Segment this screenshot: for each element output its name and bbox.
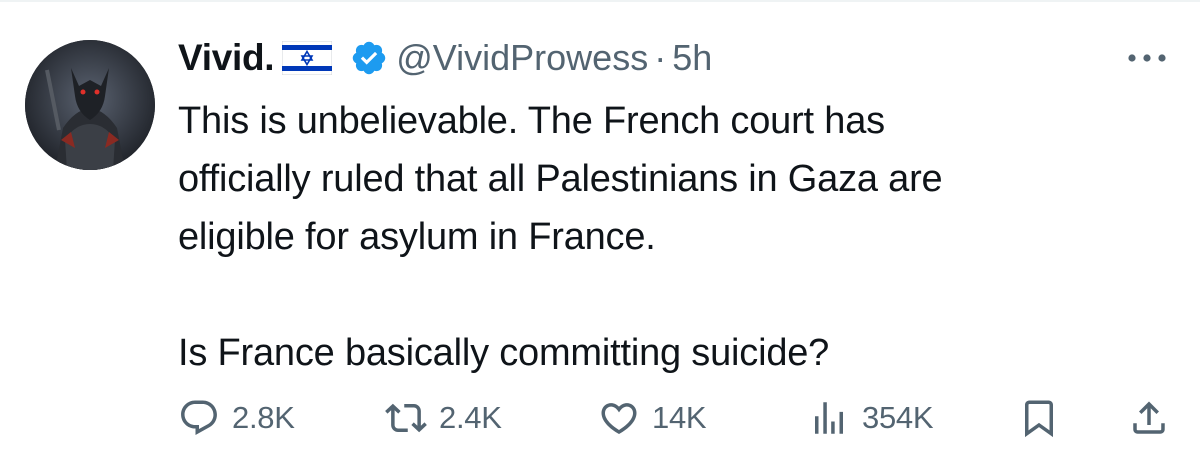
retweet-button[interactable]: 2.4K bbox=[385, 392, 502, 444]
reply-icon bbox=[181, 400, 217, 435]
like-count: 14K bbox=[652, 400, 707, 435]
verified-badge-icon[interactable] bbox=[350, 39, 388, 77]
retweet-icon bbox=[385, 403, 427, 433]
views-icon bbox=[815, 402, 843, 434]
display-name[interactable]: Vivid. bbox=[178, 37, 275, 79]
reply-button[interactable]: 2.8K bbox=[178, 392, 295, 444]
share-button[interactable] bbox=[1128, 392, 1182, 444]
action-bar: 2.8K 2.4K 14K 354K bbox=[178, 392, 1178, 444]
avatar[interactable] bbox=[25, 40, 155, 170]
top-divider bbox=[0, 0, 1200, 2]
tweet-text: This is unbelievable. The French court h… bbox=[178, 92, 1168, 382]
user-handle[interactable]: @VividProwess bbox=[396, 37, 648, 79]
flag-icon bbox=[281, 40, 333, 76]
tweet-text-line: officially ruled that all Palestinians i… bbox=[178, 158, 943, 200]
timestamp[interactable]: 5h bbox=[672, 37, 712, 79]
tweet-header: Vivid. @VividProwess · 5h bbox=[178, 32, 712, 84]
more-icon[interactable] bbox=[1123, 44, 1171, 72]
reply-count: 2.8K bbox=[232, 400, 295, 435]
like-icon bbox=[601, 403, 637, 435]
bookmark-button[interactable] bbox=[1018, 392, 1072, 444]
tweet-text-line: This is unbelievable. The French court h… bbox=[178, 100, 885, 142]
views-button[interactable]: 354K bbox=[808, 392, 934, 444]
views-count: 354K bbox=[862, 400, 934, 435]
like-button[interactable]: 14K bbox=[598, 392, 707, 444]
avatar-image bbox=[25, 40, 155, 170]
tweet-text-line: Is France basically committing suicide? bbox=[178, 332, 830, 374]
retweet-count: 2.4K bbox=[439, 400, 502, 435]
tweet-text-line: eligible for asylum in France. bbox=[178, 216, 656, 258]
separator-dot: · bbox=[654, 37, 667, 78]
bookmark-icon bbox=[1025, 400, 1053, 438]
share-icon bbox=[1133, 401, 1165, 434]
